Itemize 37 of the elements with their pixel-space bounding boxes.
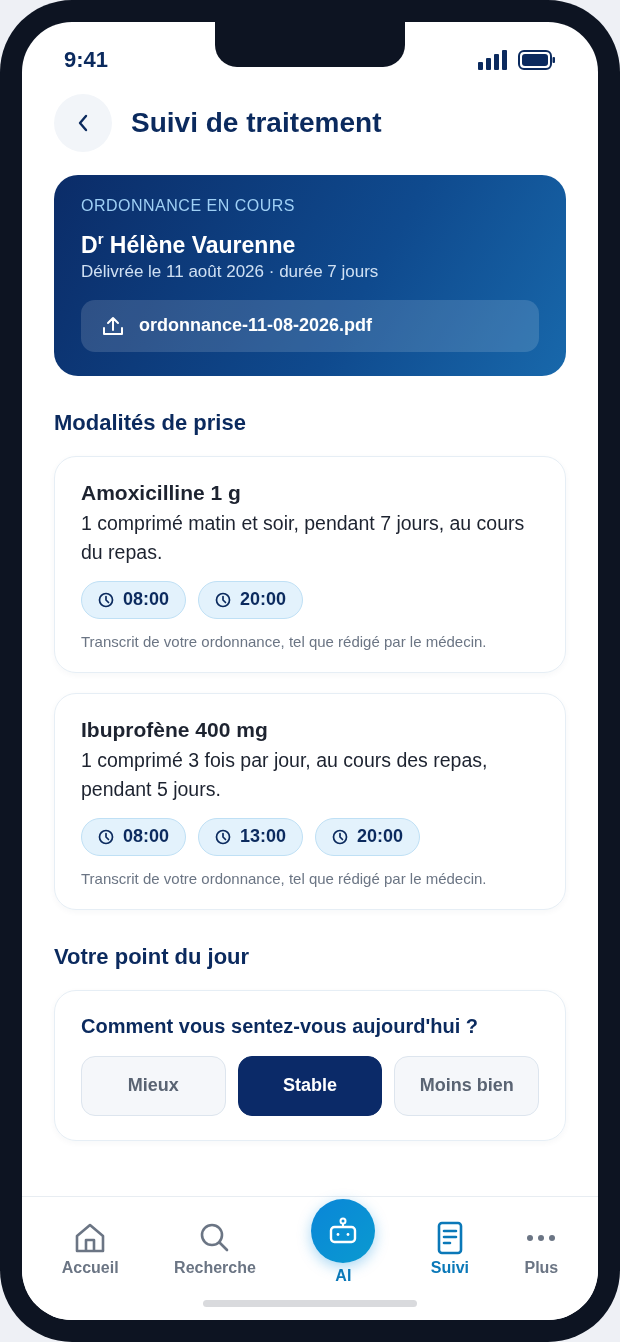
- clock-icon: [332, 828, 349, 845]
- time-chip: 08:00: [81, 817, 187, 856]
- nav-tab[interactable]: Accueil: [61, 1197, 119, 1277]
- medication-instructions: 1 comprimé 3 fois par jour, au cours des repas, pendant 5 jours.: [81, 747, 489, 802]
- prescription-label: ORDONNANCE EN COURS: [81, 197, 296, 215]
- nav-tab[interactable]: Suivi: [430, 1197, 469, 1277]
- time-chip: 13:00: [198, 817, 304, 856]
- clock-icon: [215, 591, 232, 608]
- section-title: Votre point du jour: [54, 943, 251, 970]
- more-icon: [527, 1235, 556, 1241]
- clock-icon: [215, 828, 232, 845]
- medication-name: Amoxicilline 1 g: [81, 480, 242, 505]
- mood-option[interactable]: Mieux: [81, 1055, 226, 1116]
- battery-icon: [518, 50, 556, 70]
- mood-option[interactable]: Moins bien: [394, 1055, 539, 1116]
- back-icon: [76, 113, 90, 133]
- mood-option[interactable]: Stable: [237, 1055, 383, 1116]
- medication-note: Transcrit de votre ordonnance, tel que rédigé par le médecin.: [81, 869, 488, 887]
- status-time: 9:41: [64, 47, 109, 73]
- nav-tab[interactable]: Recherche: [174, 1197, 256, 1277]
- signal-icon: [478, 50, 508, 70]
- medication-name: Ibuprofène 400 mg: [81, 717, 269, 742]
- medication-note: Transcrit de votre ordonnance, tel que rédigé par le médecin.: [81, 632, 488, 650]
- time-chip: 08:00: [81, 580, 187, 619]
- file-button[interactable]: ordonnance-11-08-2026.pdf: [81, 299, 539, 352]
- time-chip: 20:00: [198, 580, 304, 619]
- nav-tab[interactable]: Plus: [524, 1197, 559, 1277]
- clock-icon: [98, 828, 114, 845]
- medication-instructions: 1 comprimé matin et soir, pendant 7 jours, au cours du repas.: [81, 510, 526, 565]
- clock-icon: [98, 591, 114, 608]
- mood-question: Comment vous sentez-vous aujourd'hui ?: [81, 1014, 479, 1038]
- prescription-details: Délivrée le 11 août 2026 · durée 7 jours: [81, 261, 380, 282]
- section-title: Modalités de prise: [54, 409, 247, 436]
- page-title: Suivi de traitement: [131, 107, 382, 139]
- doctor-name: D$^{r}$ Hélène Vaurenne: [81, 230, 297, 259]
- time-chip: 20:00: [315, 817, 421, 856]
- upload-icon: [101, 314, 125, 337]
